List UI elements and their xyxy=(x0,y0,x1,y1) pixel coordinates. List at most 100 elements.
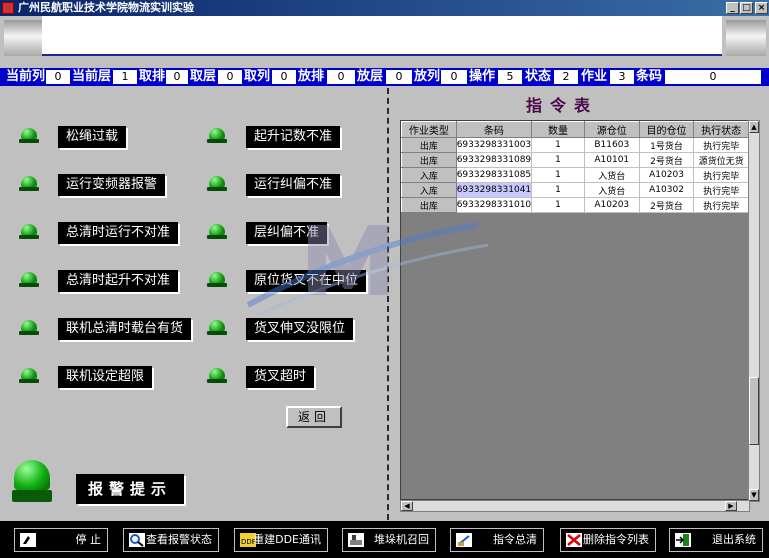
banner-right-cylinder xyxy=(726,20,766,56)
app-icon xyxy=(2,2,14,14)
close-button[interactable]: × xyxy=(755,2,768,14)
status-value-barcode: 0 xyxy=(665,70,761,84)
table-cell: 入库 xyxy=(401,182,457,198)
column-header-exec-status[interactable]: 执行状态 xyxy=(693,121,749,138)
table-row[interactable]: 出库 6933298331010 1 A10203 2号货台 执行完毕 xyxy=(401,197,749,213)
green-lamp-icon xyxy=(206,128,228,144)
status-value-job: 3 xyxy=(610,70,634,84)
table-row[interactable]: 入库 6933298331041 1 入货台 A10302 执行完毕 xyxy=(401,182,749,198)
table-cell: A10101 xyxy=(583,152,640,168)
table-cell: A10203 xyxy=(638,167,695,183)
status-label-barcode: 条码 xyxy=(636,69,663,84)
table-cell: 执行完毕 xyxy=(693,197,749,213)
title-bar: 广州民航职业技术学院物流实训实验 _ □ × xyxy=(0,0,769,16)
table-cell: 源货位无货 xyxy=(693,152,749,168)
status-label-take-layer: 取层 xyxy=(190,69,217,84)
table-cell: 出库 xyxy=(401,152,457,168)
vertical-scroll-thumb[interactable] xyxy=(749,377,759,445)
table-cell: 6933298331089 xyxy=(455,152,533,168)
green-lamp-icon xyxy=(18,224,40,240)
command-table: 作业类型 条码 数量 源仓位 目的仓位 执行状态 出库 693329833100… xyxy=(401,121,749,213)
command-table-grid[interactable]: 作业类型 条码 数量 源仓位 目的仓位 执行状态 出库 693329833100… xyxy=(400,120,750,500)
table-cell: 入库 xyxy=(401,167,457,183)
alarm-label: 起升记数不准 xyxy=(246,126,341,148)
alarm-label: 原位货叉不在中位 xyxy=(246,270,367,292)
delete-command-list-button[interactable]: 删除指令列表 xyxy=(560,528,656,552)
status-value-operation: 5 xyxy=(498,70,522,84)
table-cell: 1 xyxy=(531,197,585,213)
status-value-put-layer: 0 xyxy=(386,70,412,84)
status-label-current-column: 当前列 xyxy=(6,69,46,84)
table-cell: 2号货台 xyxy=(638,197,695,213)
status-value-take-column: 0 xyxy=(272,70,296,84)
alarm-label: 层纠偏不准 xyxy=(246,222,328,244)
green-lamp-icon xyxy=(206,368,228,384)
status-label-current-layer: 当前层 xyxy=(72,69,112,84)
view-alarm-status-button[interactable]: 查看报警状态 xyxy=(123,528,219,552)
green-lamp-icon xyxy=(18,320,40,336)
green-lamp-icon xyxy=(206,320,228,336)
table-row[interactable]: 入库 6933298331085 1 入货台 A10203 执行完毕 xyxy=(401,167,749,183)
table-cell: 出库 xyxy=(401,137,457,153)
alarm-indicator-lamp-icon xyxy=(12,460,52,508)
stacker-icon xyxy=(348,533,364,547)
stacker-recall-button[interactable]: 堆垛机召回 xyxy=(342,528,436,552)
stop-button[interactable]: 停 止 xyxy=(14,528,108,552)
command-panel: 指令表 作业类型 条码 数量 源仓位 目的仓位 执行状态 出库 69332983… xyxy=(390,86,769,521)
green-lamp-icon xyxy=(206,176,228,192)
scroll-down-arrow-icon[interactable]: ▼ xyxy=(749,489,759,501)
button-label: 退出系统 xyxy=(712,533,756,546)
table-cell: 1号货台 xyxy=(638,137,695,153)
status-label-job: 作业 xyxy=(581,69,608,84)
horizontal-scrollbar[interactable]: ◀ ▶ xyxy=(400,500,750,512)
alarm-label: 运行变频器报警 xyxy=(58,174,166,196)
table-row[interactable]: 出库 6933298331089 1 A10101 2号货台 源货位无货 xyxy=(401,152,749,168)
bottom-toolbar: 停 止 查看报警状态 DDE 重建DDE通讯 堆垛机召回 指令总清 删除指令列表… xyxy=(0,521,769,558)
vertical-scrollbar[interactable]: ▲ ▼ xyxy=(748,120,760,502)
column-header-job-type[interactable]: 作业类型 xyxy=(401,121,457,138)
alarm-label: 联机设定超限 xyxy=(58,366,153,388)
table-cell: A10302 xyxy=(638,182,695,198)
alarm-label: 货叉超时 xyxy=(246,366,315,388)
return-button[interactable]: 返回 xyxy=(286,406,342,428)
alarm-label: 总清时运行不对准 xyxy=(58,222,179,244)
alarm-label: 联机总清时载台有货 xyxy=(58,318,192,340)
minimize-button[interactable]: _ xyxy=(726,2,739,14)
status-row: 当前列 0 当前层 1 取排 0 取层 0 取列 0 放排 0 放层 0 放列 … xyxy=(0,68,769,86)
status-value-take-layer: 0 xyxy=(218,70,242,84)
table-row[interactable]: 出库 6933298331003 1 B11603 1号货台 执行完毕 xyxy=(401,137,749,153)
maximize-button[interactable]: □ xyxy=(740,2,753,14)
table-cell: 出库 xyxy=(401,197,457,213)
window-title: 广州民航职业技术学院物流实训实验 xyxy=(18,1,194,14)
column-header-source[interactable]: 源仓位 xyxy=(583,121,640,138)
rebuild-dde-button[interactable]: DDE 重建DDE通讯 xyxy=(234,528,328,552)
table-cell: 入货台 xyxy=(583,182,640,198)
status-value-current-layer: 1 xyxy=(113,70,137,84)
clear-all-commands-button[interactable]: 指令总清 xyxy=(450,528,544,552)
table-cell: 1 xyxy=(531,152,585,168)
table-cell-selected: 6933298331041 xyxy=(455,182,533,198)
table-cell: 1 xyxy=(531,182,585,198)
status-value-put-column: 0 xyxy=(441,70,467,84)
magnifier-icon xyxy=(129,533,145,547)
green-lamp-icon xyxy=(206,272,228,288)
exit-system-button[interactable]: 退出系统 xyxy=(669,528,763,552)
scroll-up-arrow-icon[interactable]: ▲ xyxy=(749,121,759,133)
exit-door-icon xyxy=(675,533,691,547)
scroll-right-arrow-icon[interactable]: ▶ xyxy=(725,501,737,511)
column-header-quantity[interactable]: 数量 xyxy=(531,121,585,138)
column-header-destination[interactable]: 目的仓位 xyxy=(638,121,695,138)
button-label: 指令总清 xyxy=(493,533,537,546)
table-cell: 执行完毕 xyxy=(693,167,749,183)
status-value-take-row: 0 xyxy=(166,70,188,84)
status-label-put-column: 放列 xyxy=(414,69,441,84)
button-label: 堆垛机召回 xyxy=(374,533,429,546)
scroll-left-arrow-icon[interactable]: ◀ xyxy=(401,501,413,511)
table-cell: 入货台 xyxy=(583,167,640,183)
delete-x-icon xyxy=(566,533,582,547)
alarm-panel: 松绳过载 运行变频器报警 总清时运行不对准 总清时起升不对准 联机总清时载台有货… xyxy=(0,86,387,521)
column-header-barcode[interactable]: 条码 xyxy=(455,121,533,138)
table-cell: 2号货台 xyxy=(638,152,695,168)
table-cell: 6933298331003 xyxy=(455,137,533,153)
status-label-state: 状态 xyxy=(525,69,552,84)
